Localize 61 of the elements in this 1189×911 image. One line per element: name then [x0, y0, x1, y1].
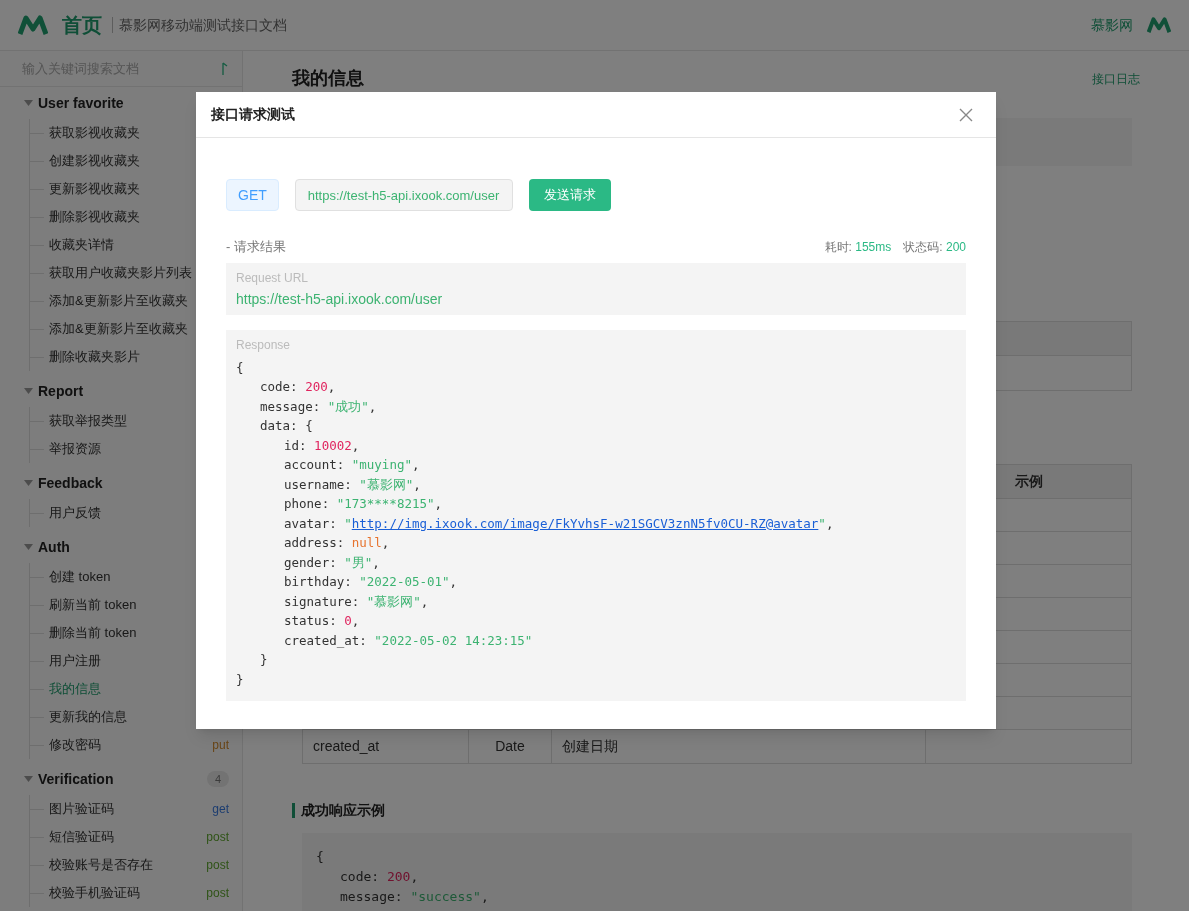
- close-button[interactable]: [959, 107, 973, 122]
- code-line: username: "慕影网",: [283, 475, 422, 494]
- code-line: message: "成功",: [259, 397, 378, 416]
- sidebar-item[interactable]: 图片验证码: [49, 799, 213, 819]
- code-line: gender: "男",: [283, 553, 381, 572]
- page-title: 我的信息: [292, 67, 364, 90]
- code-line: signature: "慕影网",: [283, 592, 430, 611]
- url-field[interactable]: https://test-h5-api.ixook.com/user: [294, 179, 513, 211]
- request-url-label: Request URL: [236, 270, 310, 285]
- code-line: {: [316, 848, 325, 866]
- dialog-title: 接口请求测试: [211, 105, 295, 124]
- table-cell-text: created_at: [313, 737, 380, 756]
- table-cell-text: 创建日期: [562, 737, 618, 756]
- sidebar-item[interactable]: 校验账号是否存在: [49, 855, 207, 875]
- group-title[interactable]: Verification: [38, 768, 207, 790]
- caret-icon[interactable]: [24, 480, 33, 486]
- log-link[interactable]: 接口日志: [1092, 69, 1140, 88]
- code-line: avatar: "http://img.ixook.com/image/FkYvhsF-w21SGCV3znN5fv0CU-RZ@avatar",: [283, 514, 835, 533]
- caret-icon[interactable]: [24, 388, 33, 394]
- cursor-icon: [222, 61, 228, 76]
- count-badge: 4: [206, 771, 229, 787]
- code-line: id: 10002,: [283, 436, 361, 455]
- sidebar-item[interactable]: 校验手机验证码: [49, 883, 207, 903]
- code-line: }: [236, 670, 245, 689]
- code-line: code: 200,: [259, 378, 337, 396]
- column-header: 示例: [1014, 472, 1043, 491]
- code-line: message: "success",: [339, 888, 490, 906]
- code-line: created_at: "2022-05-02 14:23:15": [283, 631, 534, 650]
- send-request-button[interactable]: 发送请求: [528, 179, 611, 211]
- code-line: }: [259, 651, 269, 669]
- caret-icon[interactable]: [24, 544, 33, 550]
- code-line: birthday: "2022-05-01",: [283, 573, 459, 591]
- caret-icon[interactable]: [24, 100, 33, 106]
- method-label: post: [206, 829, 229, 846]
- code-line: address: null,: [283, 534, 391, 552]
- section-title: 成功响应示例: [301, 801, 385, 820]
- request-url: https://test-h5-api.ixook.com/user: [236, 289, 444, 309]
- elapsed-time: 耗时: 155ms: [824, 238, 892, 256]
- code-line: {: [236, 358, 245, 377]
- sidebar-item[interactable]: 短信验证码: [49, 827, 207, 847]
- method-tag: GET: [226, 179, 279, 211]
- logo-icon[interactable]: [18, 15, 48, 35]
- response-label: Response: [236, 337, 292, 352]
- code-line: data: {: [259, 417, 314, 435]
- method-label: get: [212, 801, 229, 818]
- code-line: status: 0,: [283, 612, 361, 630]
- site-subtitle: 慕影网移动端测试接口文档: [119, 15, 287, 35]
- method-label: put: [212, 737, 229, 754]
- status-code: 状态码: 200: [903, 238, 966, 256]
- code-line: account: "muying",: [283, 456, 421, 474]
- logo-icon[interactable]: [1147, 16, 1171, 34]
- sidebar-item[interactable]: 修改密码: [49, 735, 213, 755]
- caret-icon[interactable]: [24, 776, 33, 782]
- code-line: code: 200,: [339, 868, 420, 886]
- result-label: - 请求结果: [226, 238, 286, 256]
- method-label: post: [206, 857, 229, 874]
- method-label: post: [206, 885, 229, 902]
- home-link[interactable]: 首页: [62, 10, 102, 40]
- code-line: phone: "173****8215",: [283, 495, 444, 513]
- site-name[interactable]: 慕影网: [1091, 14, 1133, 36]
- table-cell-text: Date: [495, 737, 525, 756]
